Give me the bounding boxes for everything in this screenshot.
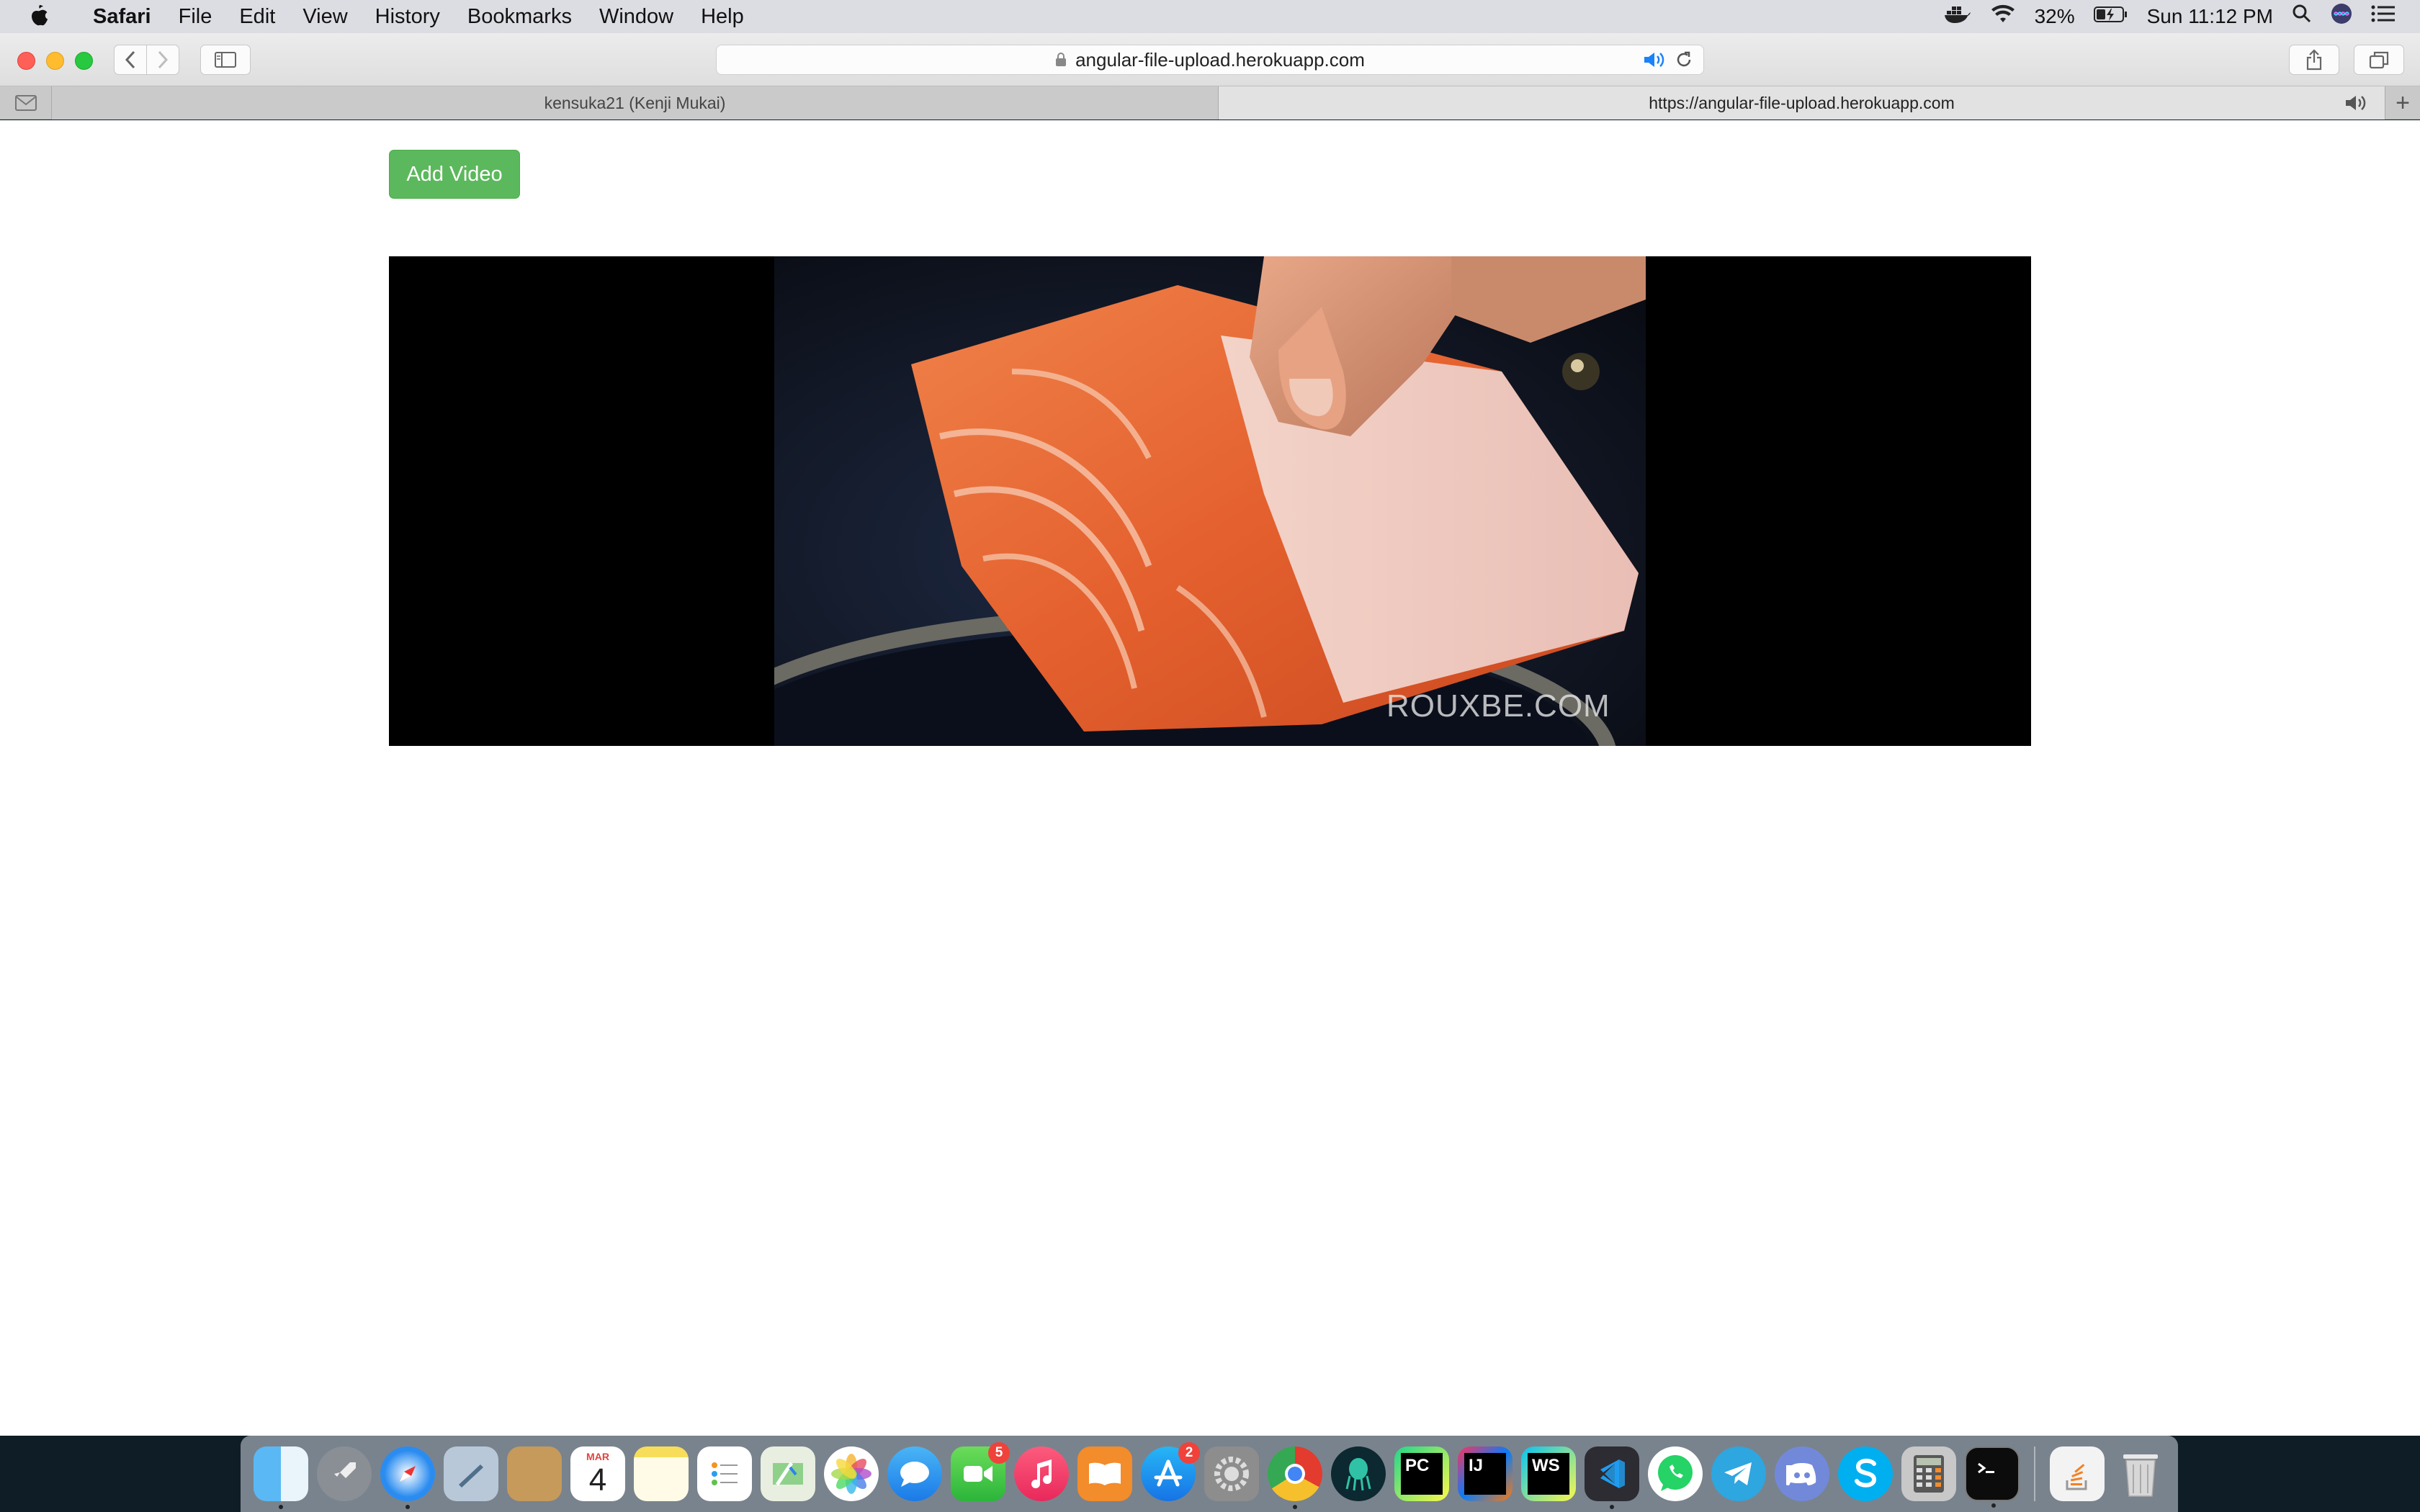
spotlight-icon[interactable] (2292, 4, 2312, 30)
intellij-logo: IJ (1464, 1453, 1506, 1495)
chevron-left-icon (125, 50, 135, 69)
dock-stack-overflow-doc-icon[interactable] (2050, 1446, 2105, 1501)
lock-icon (1056, 53, 1067, 66)
dock-mail-stamp-icon[interactable] (444, 1446, 498, 1501)
tab-title: kensuka21 (Kenji Mukai) (544, 93, 726, 112)
dock-calculator-icon[interactable] (1901, 1446, 1956, 1501)
menu-bookmarks[interactable]: Bookmarks (454, 0, 586, 33)
wifi-icon[interactable] (1990, 4, 2016, 30)
dock-safari-icon[interactable] (380, 1446, 435, 1509)
video-player[interactable]: ROUXBE.COM (389, 256, 2031, 746)
dock-itunes-icon[interactable] (1014, 1446, 1069, 1501)
dock-intellij-icon[interactable]: IJ (1458, 1446, 1512, 1501)
tab-overview-button[interactable] (2354, 45, 2404, 75)
menu-bar: Safari File Edit View History Bookmarks … (0, 0, 2420, 33)
pycharm-logo: PC (1401, 1453, 1443, 1495)
dock-vscode-icon[interactable] (1585, 1446, 1639, 1509)
tab-overview-icon (2369, 51, 2389, 69)
siri-icon[interactable] (2331, 3, 2352, 30)
dock-launchpad-icon[interactable] (317, 1446, 372, 1501)
address-text: angular-file-upload.herokuapp.com (1075, 48, 1365, 71)
pinned-tab-mail[interactable] (0, 86, 52, 120)
dock-facetime-icon[interactable]: 5 (951, 1442, 1010, 1501)
dock-trash-icon[interactable] (2113, 1446, 2168, 1501)
menu-history[interactable]: History (362, 0, 454, 33)
dock-contacts-icon[interactable] (507, 1446, 562, 1501)
video-still-salmon-in-pan (774, 256, 1646, 746)
new-tab-button[interactable]: + (2385, 86, 2420, 120)
tab-angular-file-upload[interactable]: https://angular-file-upload.herokuapp.co… (1219, 86, 2385, 120)
forward-button[interactable] (146, 45, 179, 75)
calendar-day: 4 (588, 1462, 607, 1498)
battery-icon[interactable] (2093, 5, 2128, 29)
dock-system-preferences-icon[interactable] (1204, 1446, 1259, 1501)
dock-gitkraken-icon[interactable] (1331, 1446, 1386, 1501)
video-watermark: ROUXBE.COM (1386, 688, 1610, 724)
battery-percent: 32% (2034, 5, 2075, 27)
video-frame: ROUXBE.COM (774, 256, 1646, 746)
tab-audio-icon[interactable] (2344, 94, 2369, 112)
menu-app-safari[interactable]: Safari (79, 0, 165, 33)
mail-icon (14, 95, 37, 111)
sidebar-toggle-button[interactable] (200, 45, 251, 75)
dock-separator (2034, 1446, 2035, 1501)
window-fullscreen-button[interactable] (75, 52, 93, 70)
menu-view[interactable]: View (289, 0, 361, 33)
add-video-button[interactable]: Add Video (389, 150, 520, 199)
address-bar[interactable]: angular-file-upload.herokuapp.com (716, 45, 1704, 75)
dock-discord-icon[interactable] (1775, 1446, 1829, 1501)
window-close-button[interactable] (17, 52, 35, 70)
dock-maps-icon[interactable] (761, 1446, 815, 1501)
notification-center-icon[interactable] (2371, 4, 2396, 29)
dock-webstorm-icon[interactable]: WS (1521, 1446, 1576, 1501)
sidebar-icon (215, 52, 236, 68)
apple-menu-icon[interactable] (0, 5, 79, 28)
menu-help[interactable]: Help (687, 0, 758, 33)
dock-finder-icon[interactable] (254, 1446, 308, 1509)
menu-file[interactable]: File (165, 0, 226, 33)
reload-icon[interactable] (1675, 50, 1693, 69)
chevron-right-icon (158, 50, 169, 69)
dock-app-store-icon[interactable]: 2 (1141, 1442, 1200, 1501)
page-content: Add Video ROUXBE.COM (0, 120, 2420, 1436)
tab-github-profile[interactable]: kensuka21 (Kenji Mukai) (52, 86, 1219, 120)
desktop: MAR 4 5 2 PC IJ WS (0, 1436, 2420, 1512)
window-minimize-button[interactable] (46, 52, 64, 70)
dock-telegram-icon[interactable] (1711, 1446, 1766, 1501)
share-icon (2306, 49, 2322, 71)
speaker-playing-icon[interactable] (1643, 50, 1667, 69)
share-button[interactable] (2289, 45, 2339, 75)
webstorm-logo: WS (1528, 1453, 1569, 1495)
dock: MAR 4 5 2 PC IJ WS (241, 1436, 2178, 1512)
menu-edit[interactable]: Edit (225, 0, 289, 33)
clock[interactable]: Sun 11:12 PM (2147, 5, 2273, 28)
dock-books-icon[interactable] (1077, 1446, 1132, 1501)
tab-bar: kensuka21 (Kenji Mukai) https://angular-… (0, 86, 2420, 120)
dock-calendar-icon[interactable]: MAR 4 (570, 1446, 625, 1501)
dock-chrome-icon[interactable] (1268, 1446, 1322, 1509)
calendar-month: MAR (586, 1451, 609, 1462)
back-button[interactable] (114, 45, 147, 75)
dock-pycharm-icon[interactable]: PC (1394, 1446, 1449, 1501)
safari-toolbar: angular-file-upload.herokuapp.com (0, 33, 2420, 86)
status-area: 32% Sun 11:12 PM (1944, 3, 2420, 30)
dock-reminders-icon[interactable] (697, 1446, 752, 1501)
dock-whatsapp-icon[interactable] (1648, 1446, 1703, 1501)
facetime-badge: 5 (988, 1442, 1010, 1464)
dock-photos-icon[interactable] (824, 1446, 879, 1501)
dock-notes-icon[interactable] (634, 1446, 689, 1501)
dock-skype-icon[interactable] (1838, 1446, 1893, 1501)
dock-messages-icon[interactable] (887, 1446, 942, 1501)
tab-title: https://angular-file-upload.herokuapp.co… (1649, 93, 1955, 112)
dock-terminal-icon[interactable] (1965, 1446, 2020, 1508)
docker-icon[interactable] (1944, 4, 1971, 30)
menu-window[interactable]: Window (586, 0, 687, 33)
app-store-badge: 2 (1178, 1442, 1200, 1464)
